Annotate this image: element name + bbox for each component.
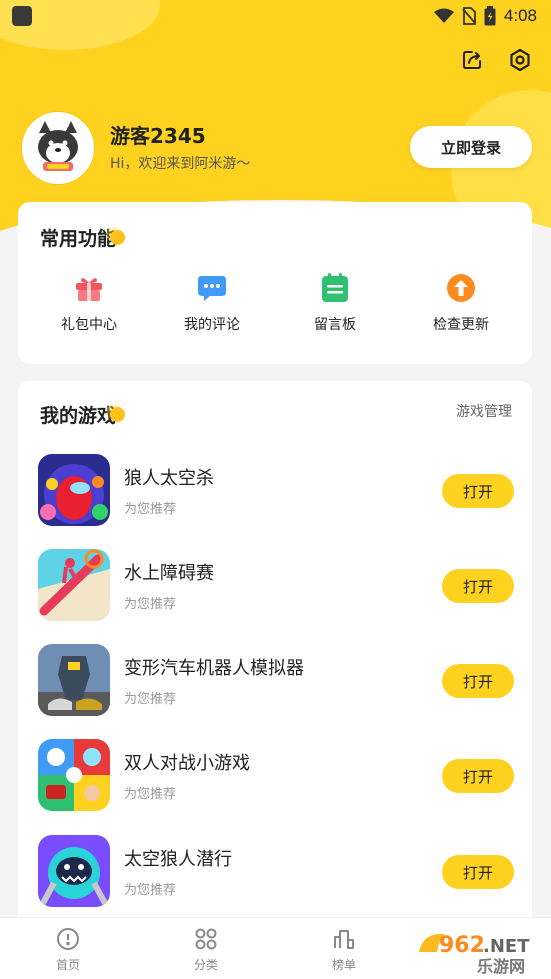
open-game-button[interactable]: 打开	[442, 759, 514, 793]
game-icon-two-player-battle[interactable]	[38, 739, 110, 811]
message-board-label: 留言板	[314, 317, 356, 333]
game-icon-water-obstacle-race[interactable]	[38, 549, 110, 621]
login-button[interactable]: 立即登录	[410, 126, 532, 168]
username: 游客2345	[110, 124, 206, 148]
share-icon[interactable]	[458, 46, 486, 74]
game-icon-space-werewolf-sneak[interactable]	[38, 835, 110, 907]
game-name: 水上障碍赛	[124, 563, 214, 584]
nav-home[interactable]: 首页	[28, 926, 108, 973]
message-board-icon	[319, 272, 351, 304]
nav-home-label: 首页	[55, 958, 80, 972]
game-name: 太空狼人潜行	[124, 849, 232, 870]
nav-category[interactable]: 分类	[166, 926, 246, 973]
game-name: 双人对战小游戏	[124, 753, 250, 774]
gift-center-button[interactable]: 礼包中心	[34, 272, 144, 334]
nav-category-label: 分类	[193, 958, 218, 972]
no-sim-icon	[462, 7, 476, 25]
game-subtitle: 为您推荐	[124, 692, 177, 707]
my-comments-button[interactable]: 我的评论	[157, 272, 267, 334]
game-icon-transforming-car-robot[interactable]	[38, 644, 110, 716]
app-notification-icon	[12, 6, 32, 26]
open-game-button[interactable]: 打开	[442, 569, 514, 603]
update-icon	[445, 272, 477, 304]
category-icon	[193, 926, 219, 952]
status-bar: 4:08	[0, 0, 551, 32]
game-subtitle: 为您推荐	[124, 883, 177, 898]
svg-text:962: 962	[439, 933, 485, 958]
wifi-icon	[433, 8, 454, 23]
game-row[interactable]: 狼人太空杀 为您推荐 打开	[38, 454, 514, 528]
comment-icon	[196, 272, 228, 304]
message-board-button[interactable]: 留言板	[280, 272, 390, 334]
game-name: 狼人太空杀	[124, 468, 214, 489]
game-subtitle: 为您推荐	[124, 502, 177, 517]
game-name: 变形汽车机器人模拟器	[124, 658, 304, 679]
home-icon	[55, 926, 81, 952]
battery-icon	[484, 6, 496, 26]
my-comments-label: 我的评论	[184, 317, 240, 333]
avatar[interactable]	[22, 112, 94, 184]
gift-center-label: 礼包中心	[61, 317, 117, 333]
game-row[interactable]: 水上障碍赛 为您推荐 打开	[38, 549, 514, 623]
game-row[interactable]: 变形汽车机器人模拟器 为您推荐 打开	[38, 644, 514, 718]
my-games-card: 我的游戏 游戏管理 狼人太空杀 为您推荐 打开 水上障碍赛 为您推荐 打开 变形…	[18, 381, 532, 941]
open-game-button[interactable]: 打开	[442, 664, 514, 698]
check-update-label: 检查更新	[433, 317, 489, 333]
game-manage-link[interactable]: 游戏管理	[456, 401, 512, 421]
gift-icon	[73, 272, 105, 304]
game-row[interactable]: 太空狼人潜行 为您推荐 打开	[38, 835, 514, 909]
game-subtitle: 为您推荐	[124, 597, 177, 612]
open-game-button[interactable]: 打开	[442, 474, 514, 508]
check-update-button[interactable]: 检查更新	[406, 272, 516, 334]
open-game-button[interactable]: 打开	[442, 855, 514, 889]
ranking-icon	[331, 926, 357, 952]
status-time: 4:08	[503, 6, 537, 25]
welcome-text: Hi，欢迎来到阿米游～	[110, 156, 251, 172]
my-games-title: 我的游戏	[40, 401, 126, 428]
nav-ranking-label: 榜单	[331, 958, 356, 972]
common-functions-title: 常用功能	[40, 224, 126, 251]
settings-icon[interactable]	[506, 46, 534, 74]
game-icon-werewolf-space-kill[interactable]	[38, 454, 110, 526]
site-watermark: 962 .NET 乐游网	[415, 926, 545, 976]
game-subtitle: 为您推荐	[124, 787, 177, 802]
svg-text:.NET: .NET	[483, 936, 530, 957]
game-row[interactable]: 双人对战小游戏 为您推荐 打开	[38, 739, 514, 813]
common-functions-card: 常用功能 礼包中心 我的评论 留言板 检查更新	[18, 202, 532, 364]
nav-ranking[interactable]: 榜单	[304, 926, 384, 973]
svg-text:乐游网: 乐游网	[477, 957, 525, 976]
